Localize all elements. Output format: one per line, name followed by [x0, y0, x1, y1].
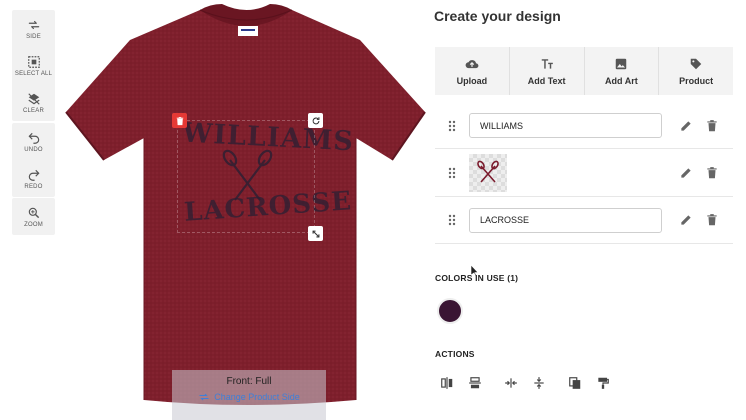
design-tabs: Upload Add Text Add Art Product — [435, 47, 733, 95]
tag-icon — [690, 58, 702, 69]
colors-in-use-label: COLORS IN USE (1) — [435, 273, 519, 283]
clear-button[interactable]: CLEAR — [12, 84, 55, 121]
layer-row[interactable]: LACROSSE — [435, 197, 733, 244]
scale-handle[interactable] — [308, 226, 323, 241]
drag-handle[interactable] — [435, 120, 469, 132]
product-side-panel: Front: Full Change Product Side — [172, 370, 326, 420]
layer-row[interactable]: WILLIAMS — [435, 103, 733, 149]
format-paint-icon[interactable] — [596, 376, 610, 390]
actions-toolbar — [440, 376, 624, 390]
tab-product-label: Product — [679, 75, 714, 86]
delete-icon[interactable] — [705, 166, 719, 180]
center-vertical-icon[interactable] — [532, 376, 546, 390]
text-icon — [541, 58, 553, 69]
drag-icon — [448, 167, 456, 178]
tab-add-text-label: Add Text — [527, 75, 566, 86]
zoom-icon — [28, 207, 39, 218]
tab-upload[interactable]: Upload — [435, 47, 510, 95]
change-side-link[interactable]: Change Product Side — [172, 392, 326, 402]
edit-icon[interactable] — [679, 213, 693, 227]
swap-side-icon — [28, 20, 39, 29]
panel-title: Create your design — [434, 8, 561, 24]
layer-actions — [679, 166, 733, 180]
drag-icon — [448, 214, 456, 226]
trash-icon — [176, 116, 183, 125]
redo-icon — [28, 169, 39, 181]
redo-button[interactable]: REDO — [12, 160, 55, 197]
undo-icon — [28, 132, 39, 144]
rotate-icon — [312, 116, 319, 124]
toolbar-group-selection: SIDE SELECT ALL CLEAR — [12, 10, 55, 121]
toolbar-group-history: UNDO REDO — [12, 123, 55, 197]
layer-row[interactable] — [435, 149, 733, 197]
select-all-icon — [27, 55, 40, 68]
duplicate-icon[interactable] — [568, 376, 582, 390]
design-canvas[interactable]: WILLIAMS LACROSSE Front: Full Change Pro… — [60, 0, 435, 420]
image-icon — [616, 58, 627, 69]
toolbar-group-zoom: ZOOM — [12, 198, 55, 235]
select-all-button[interactable]: SELECT ALL — [12, 47, 55, 84]
layer-actions — [679, 119, 733, 133]
undo-label: UNDO — [24, 146, 43, 153]
select-all-label: SELECT ALL — [14, 70, 53, 77]
side-button[interactable]: SIDE — [12, 10, 55, 47]
layer-art-thumbnail[interactable] — [469, 153, 507, 192]
clear-label: CLEAR — [22, 107, 44, 114]
layer-text-field[interactable]: WILLIAMS — [469, 113, 662, 138]
delete-icon[interactable] — [705, 119, 719, 133]
clear-layers-icon — [27, 92, 40, 105]
designer-root: SIDE SELECT ALL CLEAR UNDO REDO ZOOM WIL… — [0, 0, 746, 420]
tab-product[interactable]: Product — [659, 47, 733, 95]
color-swatch[interactable] — [437, 298, 463, 324]
actions-label: ACTIONS — [435, 349, 475, 359]
swap-icon — [199, 393, 209, 401]
delete-icon[interactable] — [705, 213, 719, 227]
flip-horizontal-icon[interactable] — [440, 376, 454, 390]
tab-add-art[interactable]: Add Art — [585, 47, 660, 95]
edit-icon[interactable] — [679, 166, 693, 180]
tab-upload-label: Upload — [456, 75, 488, 86]
drag-handle[interactable] — [435, 214, 469, 226]
zoom-button[interactable]: ZOOM — [12, 198, 55, 235]
side-label: SIDE — [26, 33, 41, 40]
rotate-handle[interactable] — [308, 113, 323, 128]
delete-handle[interactable] — [172, 113, 187, 128]
lacrosse-sticks-icon — [477, 160, 499, 183]
drag-handle[interactable] — [435, 167, 469, 179]
product-side-title: Front: Full — [226, 376, 272, 387]
cloud-upload-icon — [465, 59, 479, 68]
layer-text-field[interactable]: LACROSSE — [469, 207, 662, 233]
flip-vertical-icon[interactable] — [468, 376, 482, 390]
center-horizontal-icon[interactable] — [504, 376, 518, 390]
zoom-label: ZOOM — [24, 221, 43, 228]
tab-add-art-label: Add Art — [605, 75, 638, 86]
redo-label: REDO — [24, 183, 43, 190]
change-side-label: Change Product Side — [214, 392, 300, 402]
undo-button[interactable]: UNDO — [12, 123, 55, 160]
tab-add-text[interactable]: Add Text — [510, 47, 585, 95]
edit-icon[interactable] — [679, 119, 693, 133]
resize-icon — [312, 230, 319, 237]
layer-actions — [679, 213, 733, 227]
selection-box[interactable] — [177, 120, 315, 233]
drag-icon — [448, 120, 456, 131]
